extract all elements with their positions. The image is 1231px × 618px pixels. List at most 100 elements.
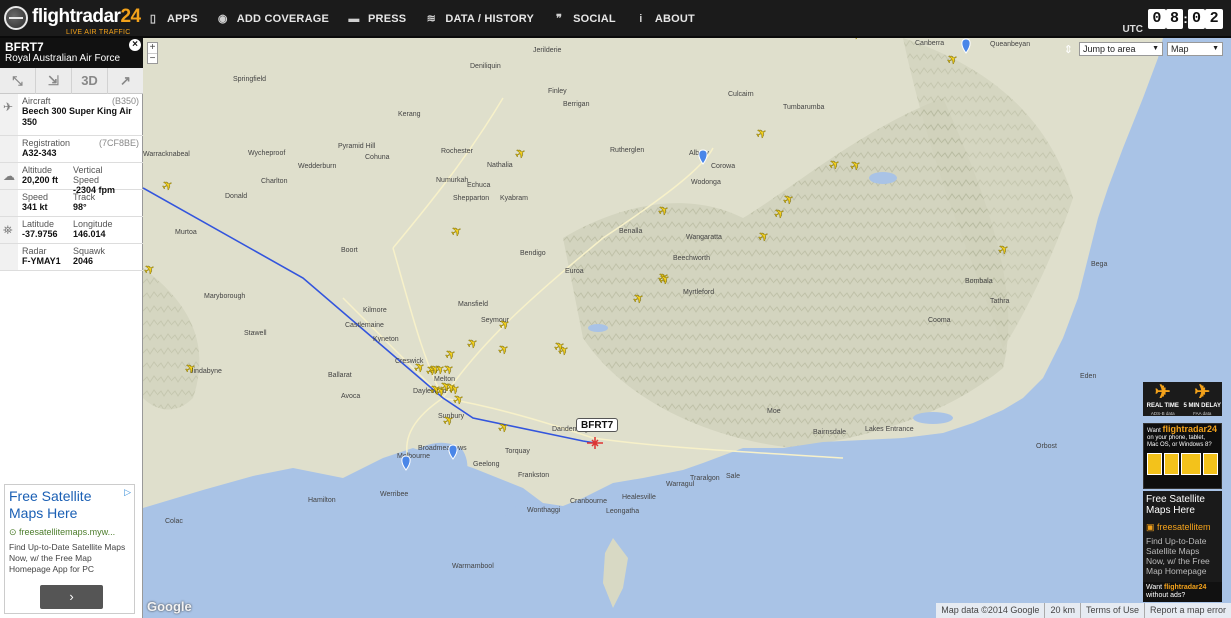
gippsland-lakes: [913, 412, 953, 424]
cloud-icon: ☁: [3, 169, 15, 183]
ad-url[interactable]: ▣ freesatellitem: [1146, 522, 1219, 533]
adchoices-icon[interactable]: ▷: [124, 487, 131, 498]
report-error-link[interactable]: Report a map error: [1143, 603, 1231, 618]
place-label: Wycheproof: [248, 150, 285, 157]
top-navigation: flightradar24 LIVE AIR TRAFFIC ▯ APPS ◉ AD…: [0, 0, 1231, 38]
remove-ads-link[interactable]: Want flightradar24 without ads?: [1143, 582, 1222, 602]
longitude-label: Longitude: [73, 219, 113, 229]
nav-apps[interactable]: ▯ APPS: [140, 0, 210, 38]
place-label: Traralgon: [690, 475, 720, 482]
logo-text: flightradar24: [32, 6, 141, 27]
terms-link[interactable]: Terms of Use: [1079, 603, 1144, 618]
track-label: Track: [73, 192, 96, 202]
place-label: Wedderburn: [298, 163, 337, 170]
app-promo[interactable]: Want flightradar24 on your phone, tablet…: [1143, 423, 1222, 489]
nav-add-coverage[interactable]: ◉ ADD COVERAGE: [210, 0, 341, 38]
squawk-label: Squawk: [73, 246, 106, 256]
jump-to-area-label: Jump to area: [1083, 44, 1136, 54]
app-window: flightradar24 LIVE AIR TRAFFIC ▯ APPS ◉ AD…: [0, 0, 1231, 618]
speed-value: 341 kt: [22, 202, 48, 212]
place-label: Donald: [225, 193, 247, 200]
plane-icon: ✈: [1154, 382, 1171, 403]
ad-title[interactable]: Free Satellite Maps Here: [9, 488, 119, 522]
map-data-credit: Map data ©2014 Google: [941, 605, 1040, 615]
place-label: Bega: [1091, 261, 1107, 268]
delay-button[interactable]: ✈ 5 MIN DELAY FAA data: [1183, 382, 1223, 417]
share-button[interactable]: ↗: [108, 68, 143, 94]
map-type-select[interactable]: Map ▼: [1167, 42, 1223, 56]
ad-url[interactable]: ⊙ freesatellitemaps.myw...: [9, 527, 115, 538]
place-label: Kerang: [398, 111, 421, 118]
follow-button[interactable]: ⇲: [36, 68, 72, 94]
globe-icon: [4, 6, 28, 30]
selected-flight-label[interactable]: BFRT7: [576, 418, 619, 432]
data-mode-panel: ✈ REAL TIME ADS-B data ✈ 5 MIN DELAY FAA dat…: [1143, 382, 1222, 416]
satellite-icon: ⛯: [3, 223, 13, 237]
place-label: Kilmore: [363, 307, 387, 314]
quote-icon: ❞: [556, 13, 563, 25]
nav-label: APPS: [167, 13, 198, 25]
clock-digit: 0: [1187, 9, 1206, 29]
map-type-label: Map: [1171, 44, 1189, 54]
jump-to-area-select[interactable]: Jump to area ▼: [1079, 42, 1163, 56]
plane-icon: ✈: [1194, 382, 1211, 403]
ad-go-button[interactable]: ›: [40, 585, 103, 609]
place-label: Finley: [548, 88, 567, 95]
sidebar-ad[interactable]: ▷ Free Satellite Maps Here ⊙ freesatelli…: [4, 484, 135, 614]
radar-label: Radar: [22, 246, 47, 256]
zoom-control: + −: [147, 42, 158, 64]
lake: [588, 324, 608, 332]
map-view[interactable]: Warracknabeal Murtoa Donald Charlton Wychepr…: [143, 38, 1231, 618]
clock-digit: 0: [1148, 9, 1166, 29]
map-canvas[interactable]: Warracknabeal Murtoa Donald Charlton Wychepr…: [143, 38, 1231, 618]
right-ad[interactable]: Free Satellite Maps Here ▣ freesatellite…: [1143, 491, 1222, 602]
place-label: Tathra: [990, 298, 1010, 305]
speed-row: Speed 341 kt Track 98°: [0, 190, 143, 217]
place-label: Sale: [726, 473, 740, 480]
laptop-icon: [1180, 453, 1202, 475]
radar-value: F-YMAY1: [22, 256, 61, 266]
zoom-in-button[interactable]: +: [148, 43, 157, 53]
nav-social[interactable]: ❞ SOCIAL: [546, 0, 628, 38]
ad-title[interactable]: Free Satellite Maps Here: [1146, 494, 1205, 516]
place-label: Deniliquin: [470, 63, 501, 70]
nav-data-history[interactable]: ≋ DATA / HISTORY: [418, 0, 546, 38]
place-label: Springfield: [233, 76, 266, 83]
place-label: Rutherglen: [610, 147, 644, 154]
info-icon: i: [639, 13, 643, 25]
registration-value: A32-343: [22, 148, 57, 158]
place-label: Torquay: [505, 448, 530, 455]
place-label: Beechworth: [673, 255, 710, 262]
flight-toolbar: ⤡ ⇲ 3D ↗: [0, 68, 143, 94]
utc-clock: 0 8 : 0 2: [1148, 9, 1223, 29]
place-label: Bombala: [965, 278, 993, 285]
3d-view-button[interactable]: 3D: [72, 68, 108, 94]
real-time-sub: ADS-B data: [1150, 411, 1175, 416]
flight-callsign: BFRT7: [5, 40, 44, 54]
database-icon: ≋: [426, 13, 437, 25]
registration-row: Registration (7CF8BE) A32-343: [0, 136, 143, 163]
place-label: Kyabram: [500, 195, 528, 202]
route-button[interactable]: ⤡: [0, 68, 36, 94]
nav-label: ABOUT: [654, 13, 695, 25]
phone-icon: [1147, 453, 1162, 475]
flightradar24-logo[interactable]: flightradar24 LIVE AIR TRAFFIC: [4, 4, 141, 36]
place-label: Culcairn: [728, 91, 754, 98]
nav-about[interactable]: i ABOUT: [628, 0, 707, 38]
altitude-label: Altitude: [22, 165, 53, 175]
nav-press[interactable]: ▬ PRESS: [341, 0, 418, 38]
place-label: Corowa: [711, 163, 735, 170]
zoom-out-button[interactable]: −: [148, 53, 157, 64]
speed-label: Speed: [22, 192, 49, 202]
close-panel-button[interactable]: ×: [129, 39, 141, 51]
nav-label: PRESS: [368, 13, 407, 25]
place-label: Jerilderie: [533, 47, 562, 54]
real-time-button[interactable]: ✈ REAL TIME ADS-B data: [1143, 382, 1183, 417]
vspeed-label: Vertical Speed: [73, 165, 103, 185]
place-label: Tumbarumba: [783, 104, 824, 111]
collapse-icon[interactable]: ⇕: [1064, 43, 1073, 56]
foot-want: Want: [1146, 584, 1163, 591]
place-label: Rochester: [441, 148, 474, 155]
place-label: Pyramid Hill: [338, 143, 376, 150]
lake: [869, 172, 897, 184]
